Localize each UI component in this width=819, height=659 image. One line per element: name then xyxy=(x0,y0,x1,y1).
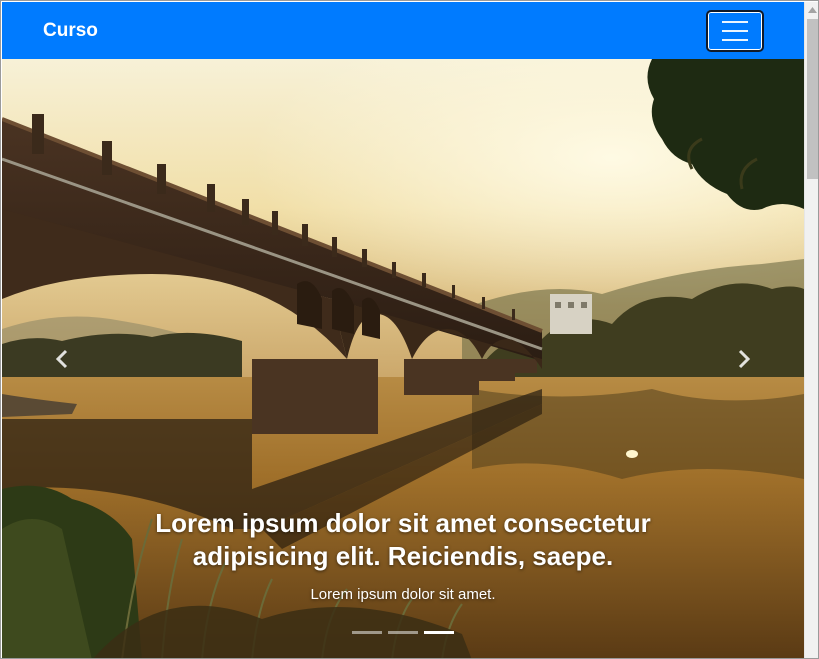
carousel-indicator-3[interactable] xyxy=(424,631,454,634)
carousel-indicators xyxy=(2,631,804,634)
vertical-scrollbar[interactable] xyxy=(804,2,818,658)
scroll-up-arrow-icon xyxy=(808,6,817,13)
scroll-up-button[interactable] xyxy=(805,2,818,17)
carousel-caption-text: Lorem ipsum dolor sit amet. xyxy=(310,586,496,603)
carousel-caption-title: Lorem ipsum dolor sit amet consectetur a… xyxy=(155,508,651,571)
chevron-right-icon xyxy=(738,349,751,369)
carousel-indicator-1[interactable] xyxy=(352,631,382,634)
carousel: Lorem ipsum dolor sit amet consectetur a… xyxy=(2,59,804,658)
carousel-prev-button[interactable] xyxy=(42,339,82,379)
navbar-toggler-button[interactable] xyxy=(706,9,764,52)
chevron-left-icon xyxy=(55,349,68,369)
navbar-brand[interactable]: Curso xyxy=(43,20,98,42)
hamburger-menu-icon xyxy=(722,20,748,23)
carousel-caption: Lorem ipsum dolor sit amet consectetur a… xyxy=(2,507,804,603)
browser-viewport: Curso Lorem ipsum dolor sit amet consect… xyxy=(0,0,819,659)
hamburger-menu-icon-bar xyxy=(722,29,748,32)
carousel-next-button[interactable] xyxy=(724,339,764,379)
hamburger-menu-icon-bar xyxy=(722,38,748,41)
scrollbar-thumb[interactable] xyxy=(807,19,818,179)
carousel-indicator-2[interactable] xyxy=(388,631,418,634)
navbar: Curso xyxy=(2,2,804,59)
